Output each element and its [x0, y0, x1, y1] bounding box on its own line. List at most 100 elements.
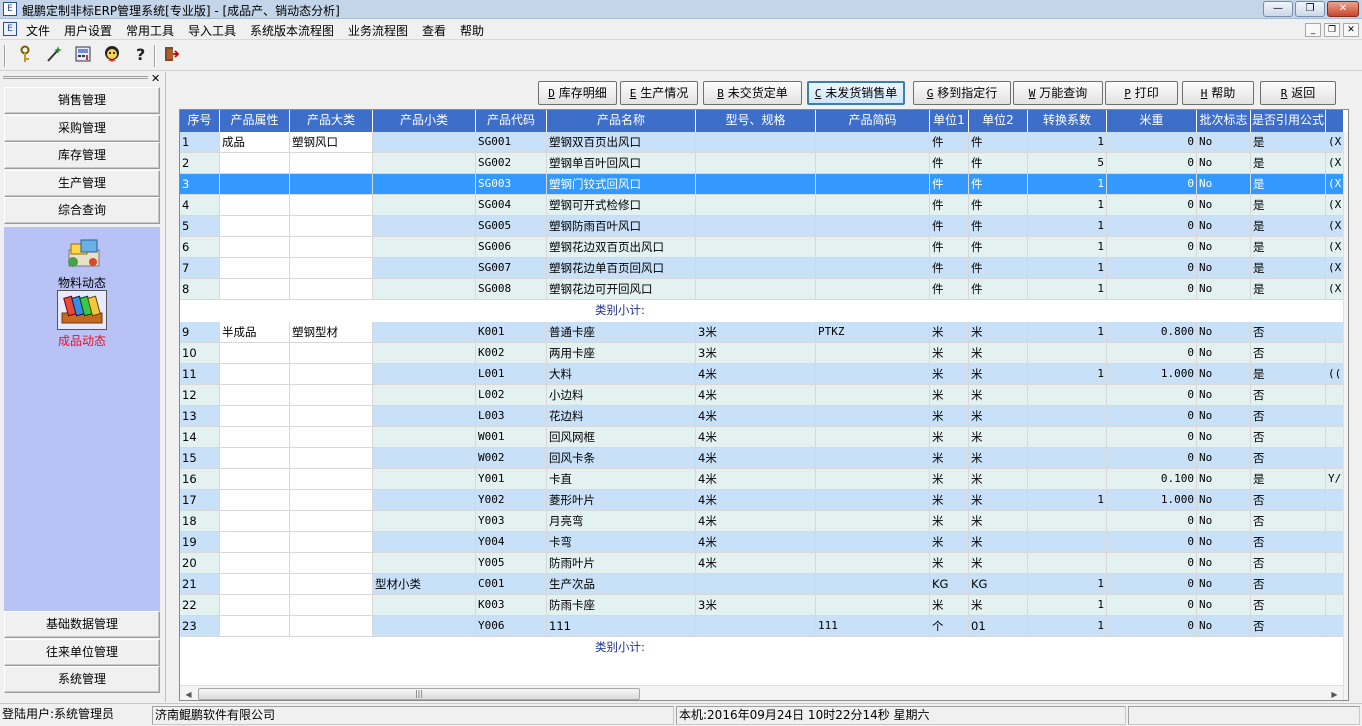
cell-seq[interactable]: 13: [180, 406, 220, 427]
cell-subcategory[interactable]: [373, 427, 476, 448]
scroll-up-icon[interactable]: ▲: [1344, 132, 1348, 149]
cell-weight[interactable]: 0: [1107, 343, 1197, 364]
cell-batch[interactable]: No: [1197, 553, 1251, 574]
cell-subcategory[interactable]: [373, 237, 476, 258]
cell-batch[interactable]: No: [1197, 595, 1251, 616]
cell-attr[interactable]: [220, 616, 290, 637]
cell-batch[interactable]: No: [1197, 616, 1251, 637]
cell-unit1[interactable]: KG: [930, 574, 969, 595]
cell-name[interactable]: 大料: [547, 364, 696, 385]
cell-category[interactable]: [290, 553, 373, 574]
col-attr-header[interactable]: 产品属性: [220, 110, 290, 132]
col-category-header[interactable]: 产品大类: [290, 110, 373, 132]
cell-category[interactable]: [290, 195, 373, 216]
table-row[interactable]: 8 SG008 塑钢花边可开回风口件件 1 0 No 是 (X: [180, 279, 1346, 300]
menu-version-flowchart[interactable]: 系统版本流程图: [250, 22, 334, 39]
cell-weight[interactable]: 0: [1107, 595, 1197, 616]
menu-user-settings[interactable]: 用户设置: [64, 22, 112, 39]
user-icon[interactable]: [101, 45, 123, 67]
cell-spec[interactable]: 4米: [696, 553, 816, 574]
cell-seq[interactable]: 17: [180, 490, 220, 511]
cell-weight[interactable]: 0: [1107, 406, 1197, 427]
cell-name[interactable]: 回风网框: [547, 427, 696, 448]
nav-purchase[interactable]: 采购管理: [4, 115, 160, 142]
cell-spec[interactable]: [696, 153, 816, 174]
table-row[interactable]: 16 Y001 卡直 4米米米 0.100 No 是 Y/: [180, 469, 1346, 490]
cell-factor[interactable]: [1028, 469, 1107, 490]
table-row[interactable]: 2 SG002 塑钢单百叶回风口件件 5 0 No 是 (X: [180, 153, 1346, 174]
cell-shortcode[interactable]: [816, 511, 930, 532]
cell-code[interactable]: Y005: [476, 553, 547, 574]
cell-shortcode[interactable]: [816, 153, 930, 174]
cell-spec[interactable]: 4米: [696, 427, 816, 448]
cell-seq[interactable]: 10: [180, 343, 220, 364]
cell-shortcode[interactable]: [816, 595, 930, 616]
cell-spec[interactable]: [696, 258, 816, 279]
cell-spec[interactable]: 4米: [696, 448, 816, 469]
cell-category[interactable]: [290, 216, 373, 237]
cell-unit2[interactable]: 米: [969, 343, 1028, 364]
cell-code[interactable]: SG004: [476, 195, 547, 216]
cell-attr[interactable]: [220, 385, 290, 406]
cell-weight[interactable]: 0.100: [1107, 469, 1197, 490]
table-row[interactable]: 21 型材小类 C001 生产次品 KG KG 1 0 No 否: [180, 574, 1346, 595]
table-row[interactable]: 6 SG006 塑钢花边双百页出风口件件 1 0 No 是 (X: [180, 237, 1346, 258]
cell-code[interactable]: L003: [476, 406, 547, 427]
cell-shortcode[interactable]: [816, 216, 930, 237]
cell-unit2[interactable]: 米: [969, 595, 1028, 616]
cell-unit2[interactable]: 件: [969, 258, 1028, 279]
print-button[interactable]: P 打印: [1105, 81, 1178, 105]
cell-code[interactable]: SG007: [476, 258, 547, 279]
cell-weight[interactable]: 0: [1107, 237, 1197, 258]
cell-unit1[interactable]: 米: [930, 448, 969, 469]
cell-spec[interactable]: [696, 216, 816, 237]
cell-seq[interactable]: 12: [180, 385, 220, 406]
cell-category[interactable]: [290, 343, 373, 364]
cell-unit2[interactable]: 米: [969, 448, 1028, 469]
nav-production[interactable]: 生产管理: [4, 170, 160, 197]
cell-code[interactable]: L001: [476, 364, 547, 385]
cell-weight[interactable]: 0: [1107, 532, 1197, 553]
cell-factor[interactable]: 1: [1028, 174, 1107, 195]
cell-factor[interactable]: 1: [1028, 279, 1107, 300]
cell-category[interactable]: [290, 490, 373, 511]
subtotal-row[interactable]: 类别小计:: [180, 300, 1343, 321]
cell-code[interactable]: SG003: [476, 174, 547, 195]
goto-row-button[interactable]: G 移到指定行: [913, 81, 1011, 105]
col-code-header[interactable]: 产品代码: [476, 110, 547, 132]
help-button[interactable]: H 帮助: [1182, 81, 1254, 105]
cell-shortcode[interactable]: [816, 174, 930, 195]
cell-formula[interactable]: 否: [1251, 532, 1326, 553]
cell-attr[interactable]: 半成品: [220, 322, 290, 343]
cell-shortcode[interactable]: [816, 258, 930, 279]
cell-unit2[interactable]: 件: [969, 174, 1028, 195]
table-row[interactable]: 17 Y002 菱形叶片 4米米米 1 1.000 No 否: [180, 490, 1346, 511]
mdi-minimize-button[interactable]: _: [1305, 23, 1321, 37]
cell-factor[interactable]: 1: [1028, 574, 1107, 595]
cell-factor[interactable]: [1028, 427, 1107, 448]
cell-unit2[interactable]: 米: [969, 322, 1028, 343]
cell-name[interactable]: 塑钢花边双百页出风口: [547, 237, 696, 258]
cell-name[interactable]: 塑钢门铰式回风口: [547, 174, 696, 195]
cell-unit2[interactable]: 米: [969, 553, 1028, 574]
cell-weight[interactable]: 0: [1107, 216, 1197, 237]
cell-name[interactable]: 月亮弯: [547, 511, 696, 532]
cell-batch[interactable]: No: [1197, 322, 1251, 343]
cell-factor[interactable]: [1028, 532, 1107, 553]
cell-batch[interactable]: No: [1197, 532, 1251, 553]
horizontal-scrollbar[interactable]: ◀ ||| ▶: [180, 685, 1343, 700]
cell-subcategory[interactable]: [373, 448, 476, 469]
material-dynamics-tile[interactable]: 物料动态: [54, 232, 110, 291]
cell-weight[interactable]: 0: [1107, 279, 1197, 300]
cell-name[interactable]: 塑钢单百叶回风口: [547, 153, 696, 174]
cell-name[interactable]: 111: [547, 616, 696, 637]
cell-code[interactable]: SG005: [476, 216, 547, 237]
cell-formula[interactable]: 是: [1251, 195, 1326, 216]
cell-factor[interactable]: 1: [1028, 322, 1107, 343]
cell-shortcode[interactable]: [816, 490, 930, 511]
cell-name[interactable]: 生产次品: [547, 574, 696, 595]
cell-unit1[interactable]: 米: [930, 490, 969, 511]
cell-unit2[interactable]: 件: [969, 153, 1028, 174]
cell-unit1[interactable]: 米: [930, 364, 969, 385]
cell-batch[interactable]: No: [1197, 174, 1251, 195]
